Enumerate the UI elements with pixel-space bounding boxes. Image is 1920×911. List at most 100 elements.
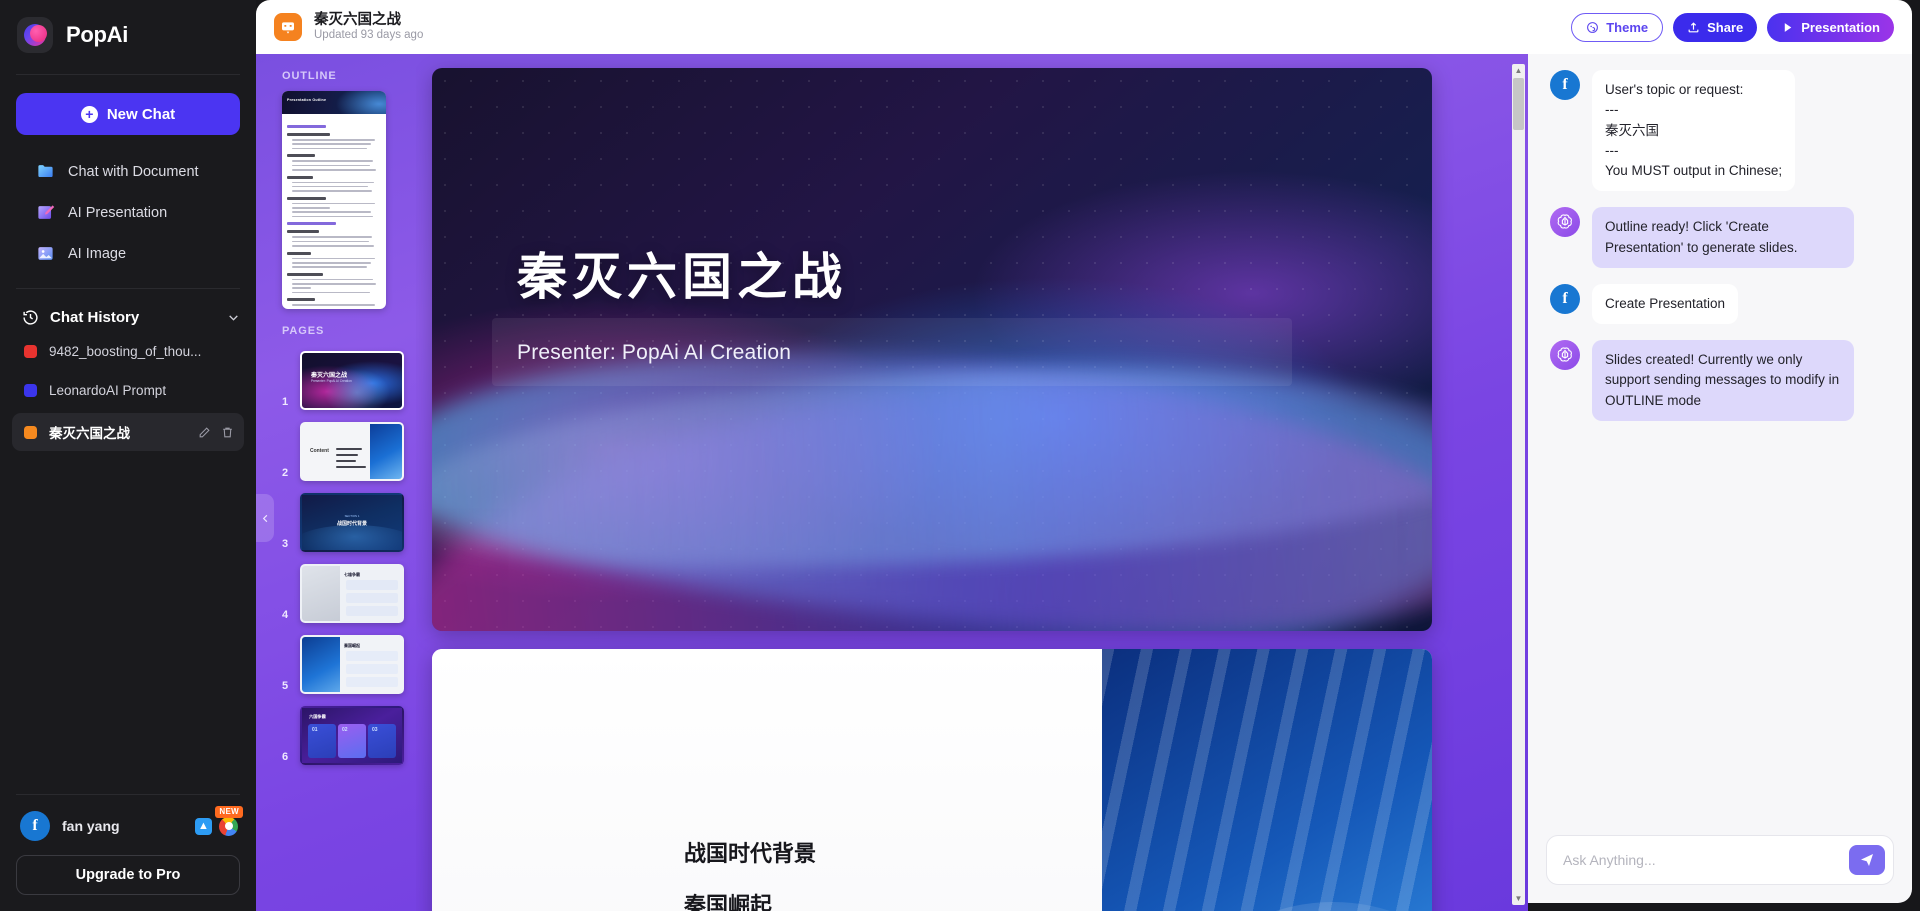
page-thumbnail[interactable]: 六国争霸 01 02 03 (300, 706, 404, 765)
upgrade-to-pro-button[interactable]: Upgrade to Pro (16, 855, 240, 895)
chat-history-header[interactable]: Chat History (0, 303, 256, 332)
page-thumbnail[interactable]: 秦灭六国之战 Presenter: PopAi AI Creation (300, 351, 404, 410)
share-upload-icon (1688, 21, 1699, 32)
sidebar-item-ai-image[interactable]: AI Image (10, 235, 246, 272)
brand-name: PopAi (66, 22, 129, 47)
page-number: 4 (282, 609, 289, 621)
page-thumbnail[interactable]: 秦国崛起 (300, 635, 404, 694)
search-input[interactable] (1563, 852, 1849, 868)
brand: PopAi (0, 0, 256, 70)
page-item-5[interactable]: 5 秦国崛起 (282, 635, 416, 694)
avatar: f (1550, 70, 1580, 100)
collapse-panel-handle[interactable] (256, 494, 274, 542)
slide-canvas[interactable]: 秦灭六国之战 Presenter: PopAi AI Creation Cont… (416, 54, 1528, 911)
app-store-icon[interactable]: ▲ (195, 817, 212, 835)
pencil-icon[interactable] (198, 426, 211, 439)
chat-panel: f User's topic or request: --- 秦灭六国 --- … (1528, 54, 1912, 903)
share-button[interactable]: Share (1673, 12, 1758, 42)
history-item-actions (198, 426, 234, 439)
slide-subtitle[interactable]: Presenter: PopAi AI Creation (517, 341, 791, 365)
sidebar-item-label: AI Presentation (68, 204, 168, 221)
page-number: 2 (282, 467, 289, 479)
scrollbar-thumb[interactable] (1513, 78, 1524, 130)
page-thumbnail[interactable]: Content (300, 422, 404, 481)
slide-1[interactable]: 秦灭六国之战 Presenter: PopAi AI Creation (432, 68, 1432, 631)
new-chat-button[interactable]: + New Chat (16, 93, 240, 135)
play-icon (1785, 22, 1792, 32)
topbar: 秦灭六国之战 Updated 93 days ago Theme Share P… (256, 0, 1912, 54)
app-shortcut-icons: NEW ▲ (195, 805, 243, 836)
thumb-heading: 六国争霸 (309, 714, 326, 719)
scroll-down-arrow-icon[interactable]: ▼ (1512, 892, 1525, 905)
document-updated: Updated 93 days ago (314, 29, 424, 42)
sidebar-item-ai-presentation[interactable]: AI Presentation (10, 194, 246, 231)
chat-input-area (1528, 821, 1912, 903)
workarea: OUTLINE Presentation Outline PAGES 1 秦灭六… (256, 54, 1920, 911)
user-row[interactable]: f fan yang NEW ▲ (0, 805, 256, 841)
history-item-label: 9482_boosting_of_thou... (49, 344, 202, 359)
thumb-subtitle: Presenter: PopAi AI Creation (311, 379, 352, 383)
thumb-heading: 七雄争霸 (344, 572, 360, 577)
history-clock-icon (23, 310, 38, 325)
page-item-3[interactable]: 3 SECTION 1 战国时代背景 (282, 493, 416, 552)
chat-line: User's topic or request: (1605, 82, 1744, 97)
slide2-list-item[interactable]: 战国时代背景 (684, 836, 882, 868)
page-number: 5 (282, 680, 289, 692)
page-item-6[interactable]: 6 六国争霸 01 02 03 (282, 706, 416, 765)
page-item-1[interactable]: 1 秦灭六国之战 Presenter: PopAi AI Creation (282, 351, 416, 410)
chat-line: Create Presentation (1605, 295, 1726, 311)
image-icon (38, 247, 53, 260)
outline-thumbnail[interactable]: Presentation Outline (282, 91, 386, 309)
app-root: PopAi + New Chat Chat with Document AI P… (0, 0, 1920, 911)
sidebar-divider-top (16, 74, 240, 75)
theme-button[interactable]: Theme (1571, 12, 1664, 42)
chat-bubble: Outline ready! Click 'Create Presentatio… (1592, 207, 1854, 268)
chat-bubble: User's topic or request: --- 秦灭六国 --- Yo… (1592, 70, 1796, 192)
presentation-edit-icon (38, 205, 55, 219)
slide-2[interactable]: Content 战国时代背景 秦国崛起 六国争霸 秦灭六国之战的影响 (432, 648, 1432, 911)
topbar-actions: Theme Share Presentation (1571, 12, 1894, 42)
chat-input-box[interactable] (1546, 835, 1894, 885)
theme-label: Theme (1606, 19, 1649, 35)
thumb-title: 秦灭六国之战 (311, 373, 348, 379)
scroll-up-arrow-icon[interactable]: ▲ (1512, 64, 1525, 77)
page-number: 3 (282, 538, 289, 550)
outline-thumb-body (282, 114, 386, 309)
slide2-content-list: 战国时代背景 秦国崛起 六国争霸 秦灭六国之战的影响 (684, 836, 882, 911)
history-item-color-dot (24, 425, 37, 439)
thumb-card-number: 01 (312, 727, 318, 733)
sidebar-divider-mid (16, 288, 240, 289)
page-number: 1 (282, 396, 289, 408)
slide-title[interactable]: 秦灭六国之战 (517, 237, 847, 309)
trash-icon[interactable] (221, 426, 234, 439)
page-thumbnail[interactable]: 七雄争霸 (300, 564, 404, 623)
sidebar-footer: f fan yang NEW ▲ Upgrade to Pro (0, 794, 256, 911)
history-item-color-dot (24, 345, 37, 358)
history-item-1[interactable]: LeonardoAI Prompt (12, 374, 244, 407)
slide2-list-item[interactable]: 秦国崛起 (684, 888, 882, 911)
presentation-label: Presentation (1801, 19, 1880, 35)
page-item-4[interactable]: 4 七雄争霸 (282, 564, 416, 623)
chat-messages: f User's topic or request: --- 秦灭六国 --- … (1528, 54, 1912, 821)
popai-logo-icon (17, 17, 53, 53)
chat-line: --- (1605, 102, 1619, 118)
chat-message-ai-2: Slides created! Currently we only suppor… (1550, 340, 1890, 421)
history-item-0[interactable]: 9482_boosting_of_thou... (12, 335, 244, 368)
history-item-2[interactable]: 秦灭六国之战 (12, 413, 244, 451)
history-item-color-dot (24, 384, 37, 397)
openai-icon (1550, 207, 1580, 238)
chrome-icon[interactable] (219, 816, 238, 836)
page-thumbnail[interactable]: SECTION 1 战国时代背景 (300, 493, 404, 552)
chat-message-user-2: f Create Presentation (1550, 283, 1890, 324)
canvas-scrollbar[interactable]: ▲ ▼ (1512, 64, 1525, 905)
sidebar-divider-bottom (16, 794, 240, 795)
thumb-title: 战国时代背景 (336, 521, 368, 527)
page-item-2[interactable]: 2 Content (282, 422, 416, 481)
palette-icon (1587, 21, 1599, 33)
chat-bubble: Create Presentation (1592, 283, 1739, 324)
send-button[interactable] (1849, 845, 1885, 875)
thumb-heading: Content (310, 448, 329, 454)
sidebar-item-chat-with-document[interactable]: Chat with Document (10, 153, 246, 190)
presentation-button[interactable]: Presentation (1767, 12, 1894, 42)
history-item-label: LeonardoAI Prompt (49, 383, 167, 398)
